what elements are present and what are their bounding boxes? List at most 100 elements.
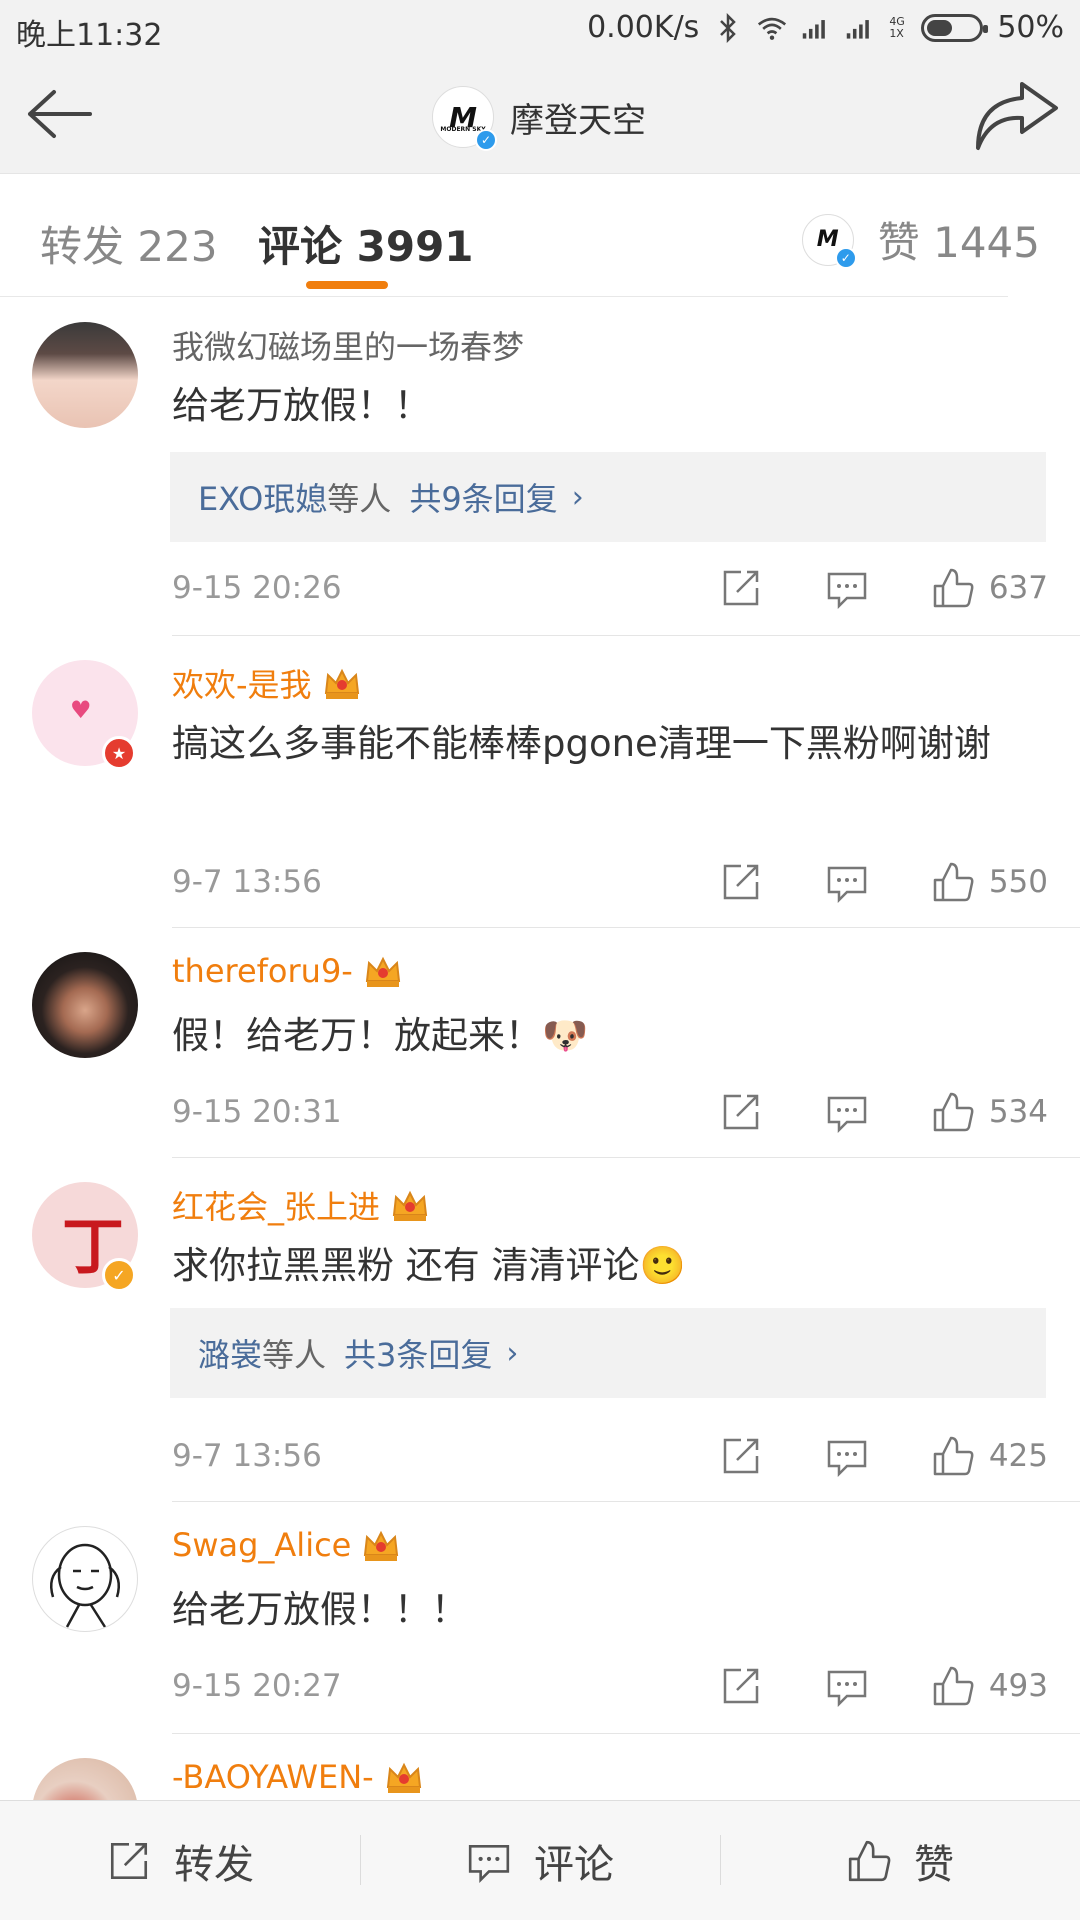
like-count: 550 (988, 864, 1048, 900)
tab-active-indicator (306, 281, 388, 289)
bottom-comment-label: 评论 (534, 1841, 614, 1888)
status-right: 0.00K/s 4G 1X 50% (587, 10, 1064, 45)
comment-actions: 425 (719, 1434, 1048, 1478)
comment-time: 9-15 20:31 (172, 1094, 342, 1130)
sketch-face-icon (50, 1543, 120, 1628)
reply-names: EXO珉媳 (198, 480, 328, 518)
page-title: 摩登天空 (510, 100, 646, 141)
comment-item: 我微幻磁场里的一场春梦 给老万放假！！ EXO珉媳 等人 共9条回复 › 9-1… (0, 298, 1080, 636)
like-count: 637 (988, 570, 1048, 606)
repost-icon[interactable] (719, 1664, 763, 1708)
comment-username[interactable]: Swag_Alice (172, 1526, 401, 1564)
vip-crown-icon (365, 956, 400, 987)
comment-text: 给老万放假！！ (172, 384, 431, 427)
comment-item: 丁 ✓ 红花会_张上进 求你拉黑黑粉 还有 清清评论🙂 潞裳 等人 共3条回复 … (0, 1158, 1080, 1502)
status-bar: 晚上11:32 0.00K/s 4G 1X 50% (0, 0, 1080, 56)
reply-summary[interactable]: 潞裳 等人 共3条回复 › (170, 1308, 1046, 1398)
network-type-label: 4G 1X (889, 14, 905, 40)
wifi-icon (757, 13, 787, 43)
bottom-like-button[interactable]: 赞 (720, 1801, 1080, 1920)
liker-logo-letter: M (816, 227, 839, 252)
verified-badge-icon: ✓ (834, 246, 857, 269)
like-count: 534 (988, 1094, 1048, 1130)
comment-icon[interactable] (825, 1664, 869, 1708)
reply-names: 潞裳 (198, 1336, 263, 1374)
comment-actions: 550 (719, 860, 1048, 904)
thumbs-up-icon[interactable] (931, 1664, 975, 1708)
comment-text: 假！给老万！放起来！🐶 (172, 1014, 589, 1057)
comment-icon (468, 1844, 510, 1883)
divider (0, 296, 1008, 297)
thumbs-up-icon (848, 1840, 891, 1881)
avatar[interactable] (32, 1526, 138, 1632)
signal-2-icon (845, 13, 875, 43)
comment-username[interactable]: -BAOYAWEN- (172, 1758, 424, 1796)
repost-icon[interactable] (719, 1434, 763, 1478)
comment-time: 9-7 13:56 (172, 864, 322, 900)
header-account[interactable]: M MODERN SKY ✓ 摩登天空 (432, 86, 646, 151)
chevron-right-icon: › (571, 479, 584, 515)
comment-time: 9-7 13:56 (172, 1438, 322, 1474)
repost-icon[interactable] (719, 860, 763, 904)
comment-icon[interactable] (825, 860, 869, 904)
reply-count: 共3条回复 (344, 1336, 493, 1374)
comment-icon[interactable] (825, 1090, 869, 1134)
username-text: Swag_Alice (172, 1526, 352, 1564)
like-count: 493 (988, 1668, 1048, 1704)
comment-item: Swag_Alice 给老万放假！！！ 9-15 20:27 493 (0, 1502, 1080, 1734)
comment-username[interactable]: 我微幻磁场里的一场春梦 (172, 322, 524, 368)
tab-comments[interactable]: 评论 3991 (258, 213, 474, 274)
comment-icon[interactable] (825, 1434, 869, 1478)
tab-repost[interactable]: 转发 223 (40, 213, 218, 274)
bottom-repost-label: 转发 (174, 1841, 254, 1888)
back-button[interactable] (24, 84, 94, 144)
username-text: -BAOYAWEN- (172, 1758, 374, 1796)
reply-suffix: 等人 (327, 480, 392, 518)
heart-icon: ♥ (70, 696, 92, 724)
reply-suffix: 等人 (262, 1336, 327, 1374)
avatar[interactable] (32, 952, 138, 1058)
thumbs-up-icon[interactable] (931, 566, 975, 610)
signal-icon (801, 13, 831, 43)
bluetooth-icon (713, 12, 743, 43)
battery-fill (927, 19, 953, 36)
comment-time: 9-15 20:27 (172, 1668, 342, 1704)
app-header: M MODERN SKY ✓ 摩登天空 (0, 56, 1080, 174)
username-text: 我微幻磁场里的一场春梦 (172, 328, 525, 366)
repost-icon[interactable] (719, 1090, 763, 1134)
comment-username[interactable]: 欢欢-是我 (172, 660, 362, 706)
tab-likes[interactable]: M ✓ 赞 1445 (801, 209, 1040, 270)
vip-crown-icon (324, 668, 359, 699)
star-badge-icon: ★ (102, 736, 136, 770)
comment-icon[interactable] (825, 566, 869, 610)
bottom-comment-button[interactable]: 评论 (360, 1801, 720, 1920)
account-logo: M MODERN SKY ✓ (432, 86, 497, 151)
repost-icon (110, 1842, 148, 1879)
reply-summary[interactable]: EXO珉媳 等人 共9条回复 › (170, 452, 1046, 542)
comment-list: 我微幻磁场里的一场春梦 给老万放假！！ EXO珉媳 等人 共9条回复 › 9-1… (0, 298, 1080, 1824)
share-button[interactable] (970, 78, 1060, 154)
bottom-repost-button[interactable]: 转发 (0, 1801, 360, 1920)
comment-actions: 534 (719, 1090, 1048, 1134)
reply-count: 共9条回复 (409, 480, 558, 518)
username-text: thereforu9- (172, 952, 353, 990)
comment-text: 搞这么多事能不能棒棒pgone清理一下黑粉啊谢谢 (172, 722, 991, 765)
comment-actions: 637 (719, 566, 1048, 610)
thumbs-up-icon[interactable] (931, 1090, 975, 1134)
thumbs-up-icon[interactable] (931, 860, 975, 904)
battery-percent: 50% (997, 10, 1064, 45)
status-time: 晚上11:32 (16, 18, 163, 53)
avatar[interactable] (32, 322, 138, 428)
comment-username[interactable]: thereforu9- (172, 952, 403, 990)
repost-icon[interactable] (719, 566, 763, 610)
arrow-left-icon (28, 90, 92, 138)
bottom-like-label: 赞 (914, 1841, 954, 1888)
comment-text: 给老万放假！！！ (172, 1588, 468, 1631)
tab-likes-label: 赞 1445 (877, 218, 1040, 267)
comment-username[interactable]: 红花会_张上进 (172, 1182, 430, 1228)
chevron-right-icon: › (506, 1335, 519, 1371)
thumbs-up-icon[interactable] (931, 1434, 975, 1478)
verified-badge-icon: ✓ (102, 1258, 136, 1292)
comment-time: 9-15 20:26 (172, 570, 342, 606)
share-arrow-icon (976, 82, 1058, 150)
